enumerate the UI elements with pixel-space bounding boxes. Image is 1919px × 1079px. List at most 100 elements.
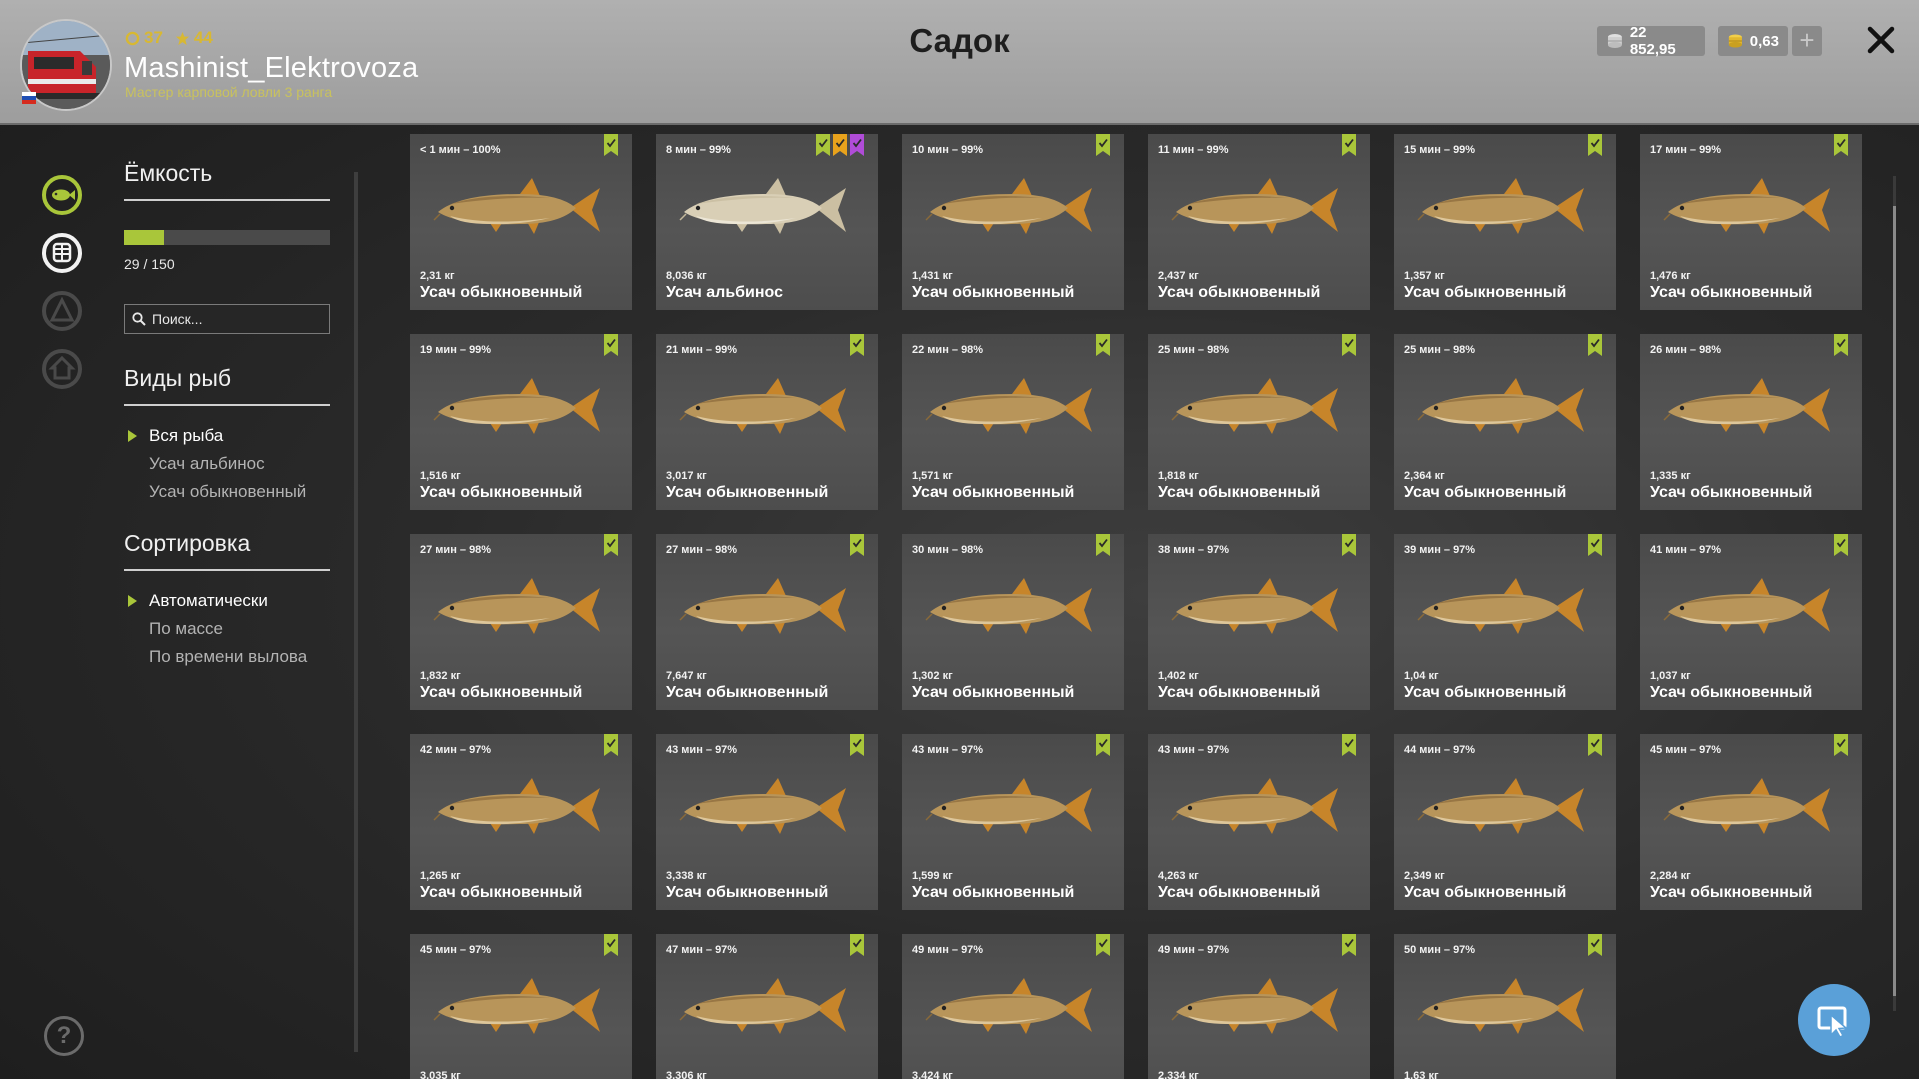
fish-name: Усач обыкновенный bbox=[420, 684, 583, 701]
green-bookmark-icon bbox=[1588, 334, 1602, 356]
barbel-image bbox=[1168, 574, 1350, 646]
sort-section: Сортировка Автоматически По массе По вре… bbox=[124, 530, 330, 671]
species-list: Вся рыба Усач альбинос Усач обыкновенный bbox=[124, 422, 330, 506]
fish-weight: 3,306 кг bbox=[666, 1070, 707, 1079]
fish-card[interactable]: 47 мин – 97%3,306 кгУсач обыкновенный bbox=[656, 934, 878, 1079]
fish-tags bbox=[1588, 734, 1602, 756]
fish-weight: 1,431 кг bbox=[912, 270, 953, 282]
fish-card[interactable]: 50 мин – 97%1,63 кгУсач обыкновенный bbox=[1394, 934, 1616, 1079]
fish-name: Усач обыкновенный bbox=[912, 484, 1075, 501]
fish-catch-time: 38 мин – 97% bbox=[1158, 544, 1230, 556]
fish-name: Усач обыкновенный bbox=[666, 884, 829, 901]
fish-tags bbox=[1096, 734, 1110, 756]
fish-card[interactable]: 49 мин – 97%2,334 кгУсач обыкновенный bbox=[1148, 934, 1370, 1079]
fish-name: Усач обыкновенный bbox=[1158, 684, 1321, 701]
scrollbar-thumb[interactable] bbox=[1893, 206, 1896, 996]
add-currency-button[interactable]: + bbox=[1792, 26, 1822, 56]
fish-catch-time: 25 мин – 98% bbox=[1158, 344, 1230, 356]
fish-weight: 1,265 кг bbox=[420, 870, 461, 882]
green-bookmark-icon bbox=[1834, 134, 1848, 156]
grid-scrollbar[interactable] bbox=[1893, 176, 1896, 1011]
fish-card[interactable]: 26 мин – 98% 1,335 кг Усач обыкновенный bbox=[1640, 334, 1862, 510]
sort-list: Автоматически По массе По времени вылова bbox=[124, 587, 330, 671]
fish-weight: 1,63 кг bbox=[1404, 1070, 1439, 1079]
fish-card[interactable]: 44 мин – 97% 2,349 кг Усач обыкновенный bbox=[1394, 734, 1616, 910]
fish-name: Усач обыкновенный bbox=[1650, 484, 1813, 501]
search-icon bbox=[132, 312, 146, 326]
fish-weight: 2,437 кг bbox=[1158, 270, 1199, 282]
fish-card[interactable]: 8 мин – 99% 8,036 кг Усач альбинос bbox=[656, 134, 878, 310]
search-box[interactable] bbox=[124, 304, 330, 334]
help-button[interactable]: ? bbox=[44, 1016, 84, 1056]
silver-coins-icon bbox=[1607, 34, 1622, 48]
green-bookmark-icon bbox=[850, 334, 864, 356]
barbel-image bbox=[1414, 774, 1596, 846]
fish-weight: 1,818 кг bbox=[1158, 470, 1199, 482]
species-option-common[interactable]: Усач обыкновенный bbox=[124, 478, 330, 506]
fish-card[interactable]: 30 мин – 98% 1,302 кг Усач обыкновенный bbox=[902, 534, 1124, 710]
fish-catch-time: 45 мин – 97% bbox=[1650, 744, 1722, 756]
fish-card[interactable]: 15 мин – 99% 1,357 кг Усач обыкновенный bbox=[1394, 134, 1616, 310]
fish-tags bbox=[604, 534, 618, 556]
sort-option-time[interactable]: По времени вылова bbox=[124, 643, 330, 671]
keepnet-tab[interactable] bbox=[41, 232, 83, 274]
fish-card[interactable]: 27 мин – 98% 1,832 кг Усач обыкновенный bbox=[410, 534, 632, 710]
home-tab[interactable] bbox=[41, 348, 83, 390]
fish-weight: 1,302 кг bbox=[912, 670, 953, 682]
fish-card[interactable]: 25 мин – 98% 2,364 кг Усач обыкновенный bbox=[1394, 334, 1616, 510]
green-bookmark-icon bbox=[1588, 134, 1602, 156]
fish-weight: 2,284 кг bbox=[1650, 870, 1691, 882]
close-button[interactable] bbox=[1864, 18, 1898, 60]
barbel-image bbox=[922, 174, 1104, 246]
fish-card[interactable]: 21 мин – 99% 3,017 кг Усач обыкновенный bbox=[656, 334, 878, 510]
green-bookmark-icon bbox=[1342, 134, 1356, 156]
sort-option-mass[interactable]: По массе bbox=[124, 615, 330, 643]
fish-weight: 4,263 кг bbox=[1158, 870, 1199, 882]
fish-tags bbox=[850, 334, 864, 356]
keepnet-grid: < 1 мин – 100% 2,31 кг Усач обыкновенный 8 … bbox=[410, 134, 1872, 1079]
fish-card[interactable]: 45 мин – 97% 2,284 кг Усач обыкновенный bbox=[1640, 734, 1862, 910]
fish-card[interactable]: 19 мин – 99% 1,516 кг Усач обыкновенный bbox=[410, 334, 632, 510]
fish-card[interactable]: 43 мин – 97% 3,338 кг Усач обыкновенный bbox=[656, 734, 878, 910]
fish-card[interactable]: 38 мин – 97% 1,402 кг Усач обыкновенный bbox=[1148, 534, 1370, 710]
fish-card[interactable]: 17 мин – 99% 1,476 кг Усач обыкновенный bbox=[1640, 134, 1862, 310]
fish-name: Усач обыкновенный bbox=[420, 484, 583, 501]
fish-tab[interactable] bbox=[41, 174, 83, 216]
barbel-image bbox=[1660, 574, 1842, 646]
fish-tags bbox=[1834, 134, 1848, 156]
barbel-image bbox=[430, 974, 612, 1046]
fish-weight: 1,402 кг bbox=[1158, 670, 1199, 682]
sort-option-auto[interactable]: Автоматически bbox=[124, 587, 330, 615]
fish-card[interactable]: 27 мин – 98% 7,647 кг Усач обыкновенный bbox=[656, 534, 878, 710]
filter-panel: Ёмкость 29 / 150 Виды рыб Вся рыба Усач … bbox=[124, 160, 330, 666]
fish-card[interactable]: < 1 мин – 100% 2,31 кг Усач обыкновенный bbox=[410, 134, 632, 310]
search-input[interactable] bbox=[152, 311, 322, 327]
fish-name: Усач обыкновенный bbox=[1404, 284, 1567, 301]
green-bookmark-icon bbox=[1096, 534, 1110, 556]
fish-card[interactable]: 45 мин – 97%3,035 кгУсач обыкновенный bbox=[410, 934, 632, 1079]
camp-tab[interactable] bbox=[41, 290, 83, 332]
fish-name: Усач обыкновенный bbox=[1650, 884, 1813, 901]
fish-card[interactable]: 49 мин – 97%3,424 кгУсач обыкновенный bbox=[902, 934, 1124, 1079]
species-option-all[interactable]: Вся рыба bbox=[124, 422, 330, 450]
fish-tags bbox=[1342, 334, 1356, 356]
species-option-albino[interactable]: Усач альбинос bbox=[124, 450, 330, 478]
fish-card[interactable]: 11 мин – 99% 2,437 кг Усач обыкновенный bbox=[1148, 134, 1370, 310]
fish-card[interactable]: 25 мин – 98% 1,818 кг Усач обыкновенный bbox=[1148, 334, 1370, 510]
fish-card[interactable]: 42 мин – 97% 1,265 кг Усач обыкновенный bbox=[410, 734, 632, 910]
fish-card[interactable]: 43 мин – 97% 4,263 кг Усач обыкновенный bbox=[1148, 734, 1370, 910]
fish-card[interactable]: 43 мин – 97% 1,599 кг Усач обыкновенный bbox=[902, 734, 1124, 910]
fish-card[interactable]: 10 мин – 99% 1,431 кг Усач обыкновенный bbox=[902, 134, 1124, 310]
fish-card[interactable]: 39 мин – 97% 1,04 кг Усач обыкновенный bbox=[1394, 534, 1616, 710]
barbel-image bbox=[676, 974, 858, 1046]
fish-card[interactable]: 22 мин – 98% 1,571 кг Усач обыкновенный bbox=[902, 334, 1124, 510]
fish-catch-time: 25 мин – 98% bbox=[1404, 344, 1476, 356]
fish-weight: 2,31 кг bbox=[420, 270, 455, 282]
fish-weight: 3,424 кг bbox=[912, 1070, 953, 1079]
fish-catch-time: 45 мин – 97% bbox=[420, 944, 492, 956]
fish-card[interactable]: 41 мин – 97% 1,037 кг Усач обыкновенный bbox=[1640, 534, 1862, 710]
cursor-mode-button[interactable] bbox=[1798, 984, 1870, 1056]
fish-catch-time: 27 мин – 98% bbox=[666, 544, 738, 556]
fish-name: Усач обыкновенный bbox=[666, 684, 829, 701]
fish-tags bbox=[1342, 934, 1356, 956]
